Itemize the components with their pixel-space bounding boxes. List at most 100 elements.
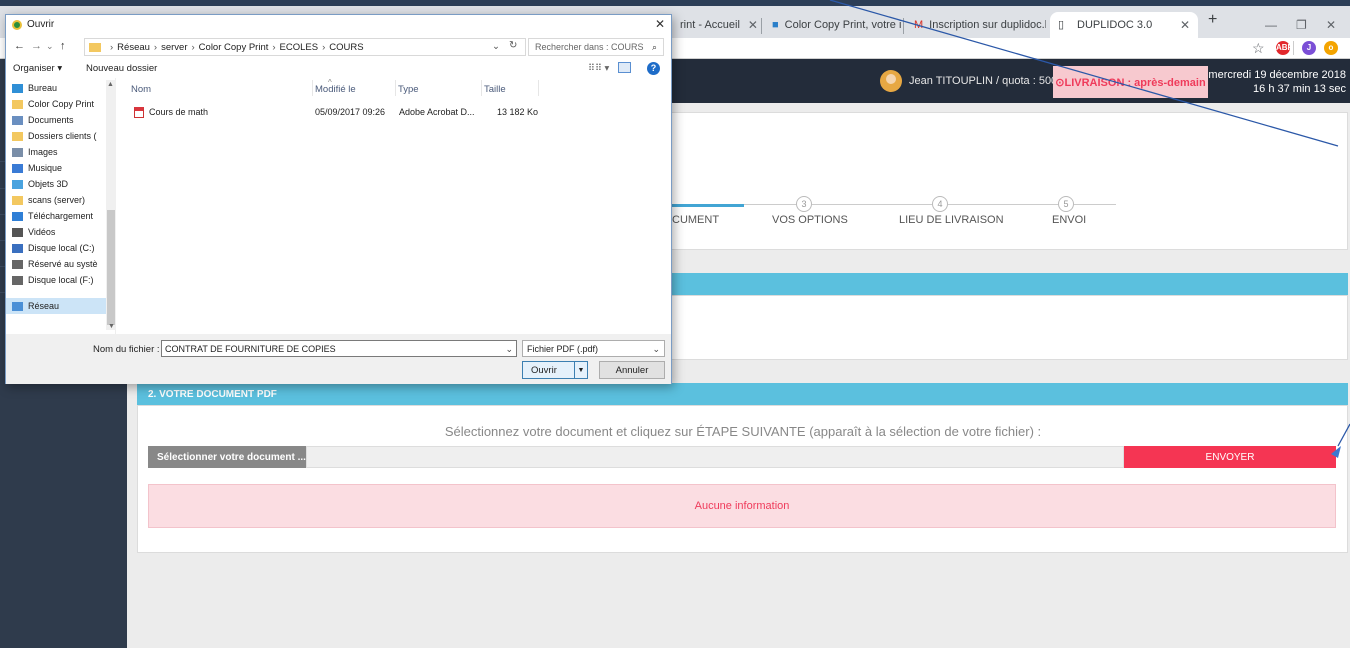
user-info[interactable]: Jean TITOUPLIN / quota : 5000	[880, 70, 1063, 92]
file-name: Cours de math	[149, 107, 209, 117]
path-dropdown-icon[interactable]: ⌄	[492, 41, 500, 52]
adblock-icon[interactable]: ABP	[1276, 41, 1293, 55]
nav-item[interactable]: Disque local (F:)	[12, 272, 110, 288]
selected-file-field[interactable]	[306, 446, 1124, 468]
folder-icon	[12, 301, 23, 311]
dialog-nav-bar: ← → ⌄ ↑ › Réseau › server › Color Copy P…	[6, 34, 671, 60]
file-type: Adobe Acrobat D...	[399, 107, 475, 117]
minimize-button[interactable]: —	[1265, 18, 1277, 32]
path-segment[interactable]: COURS	[329, 42, 363, 53]
open-split-dropdown-icon[interactable]: ▼	[574, 362, 587, 378]
no-information-alert: Aucune information	[148, 484, 1336, 528]
close-tab-icon[interactable]: ✕	[740, 18, 758, 32]
nav-item-label: Documents	[28, 115, 74, 125]
new-tab-button[interactable]: +	[1208, 12, 1217, 28]
step-document-label[interactable]: CUMENT	[672, 214, 719, 226]
path-breadcrumb[interactable]: › Réseau › server › Color Copy Print › E…	[84, 38, 526, 56]
nav-item[interactable]: Téléchargement	[12, 208, 110, 224]
help-icon[interactable]: ?	[647, 62, 660, 75]
nav-item[interactable]: Dossiers clients (	[12, 128, 110, 144]
column-size[interactable]: Taille	[484, 84, 506, 95]
window-close-button[interactable]: ✕	[1326, 18, 1336, 32]
nav-item[interactable]: Réservé au systè	[12, 256, 110, 272]
dialog-close-icon[interactable]: ✕	[655, 17, 665, 31]
nav-item-label: Dossiers clients (	[28, 131, 97, 141]
up-arrow-icon[interactable]: ↑	[60, 40, 66, 52]
step-3-number: 3	[796, 196, 812, 212]
time-text: 16 h 37 min 13 sec	[1253, 83, 1346, 95]
file-row[interactable]: Cours de math 05/09/2017 09:26 Adobe Acr…	[117, 105, 671, 121]
chevron-down-icon[interactable]: ⌄	[505, 344, 513, 354]
nav-item[interactable]: Vidéos	[12, 224, 110, 240]
file-type-filter[interactable]: Fichier PDF (.pdf) ⌄	[522, 340, 665, 357]
recent-dropdown-icon[interactable]: ⌄	[46, 41, 54, 52]
envoyer-button[interactable]: ENVOYER	[1124, 446, 1336, 468]
open-file-dialog: Ouvrir ✕ ← → ⌄ ↑ › Réseau › server › Col…	[5, 14, 672, 384]
nav-item[interactable]: Documents	[12, 112, 110, 128]
column-modified[interactable]: Modifié le	[315, 84, 356, 95]
view-options-icon[interactable]: ⠿⠿ ▾	[588, 63, 609, 74]
livraison-badge[interactable]: ⊙LIVRAISON : après-demain	[1053, 66, 1208, 98]
nav-item[interactable]: Color Copy Print	[12, 96, 110, 112]
cancel-button[interactable]: Annuler	[599, 361, 665, 379]
folder-icon	[12, 275, 23, 285]
file-type-filter-value: Fichier PDF (.pdf)	[527, 344, 599, 354]
preview-pane-icon[interactable]	[618, 62, 631, 73]
nav-item[interactable]: scans (server)	[12, 192, 110, 208]
path-separator: ›	[110, 41, 114, 53]
select-document-button[interactable]: Sélectionner votre document ...	[148, 446, 306, 468]
navigation-pane: Bureau Color Copy Print Documents Dossiers …	[6, 78, 116, 334]
restore-button[interactable]: ❐	[1296, 18, 1307, 32]
organize-menu[interactable]: Organiser ▾	[13, 63, 62, 74]
nav-item-label: Réservé au systè	[28, 259, 98, 269]
profile-avatar[interactable]: J	[1302, 41, 1316, 55]
forward-arrow-icon[interactable]: →	[31, 40, 42, 52]
open-button-label: Ouvrir	[531, 364, 557, 376]
new-folder-button[interactable]: Nouveau dossier	[86, 63, 157, 74]
step-connector	[744, 204, 804, 205]
folder-icon	[12, 163, 23, 173]
bookmark-star-icon[interactable]: ☆	[1252, 40, 1265, 57]
scroll-up-icon[interactable]: ▲	[107, 81, 114, 88]
search-icon: ⌕	[651, 42, 657, 52]
step-envoi-label[interactable]: ENVOI	[1052, 214, 1086, 226]
nav-item[interactable]: Disque local (C:)	[12, 240, 110, 256]
tab-duplidoc[interactable]: ▯ DUPLIDOC 3.0 ✕	[1050, 12, 1198, 38]
tab-color-copy-print[interactable]: ■ Color Copy Print, votre imp ✕	[764, 12, 902, 38]
open-button[interactable]: Ouvrir ▼	[522, 361, 588, 379]
gmail-icon: M	[914, 18, 924, 31]
nav-item[interactable]: Objets 3D	[12, 176, 110, 192]
refresh-icon[interactable]: ↻	[509, 40, 517, 51]
search-input[interactable]: Rechercher dans : COURS ⌕	[528, 38, 664, 56]
close-tab-icon[interactable]: ✕	[1172, 18, 1190, 32]
nav-item-label: Téléchargement	[28, 211, 94, 221]
back-arrow-icon[interactable]: ←	[14, 40, 25, 52]
filename-label: Nom du fichier :	[93, 344, 160, 355]
dialog-title: Ouvrir	[27, 19, 55, 30]
path-separator: ›	[272, 41, 276, 53]
nav-item[interactable]: Musique	[12, 160, 110, 176]
nav-item[interactable]: Images	[12, 144, 110, 160]
column-name[interactable]: Nom	[131, 84, 151, 95]
folder-icon	[12, 259, 23, 269]
step-lieu-label[interactable]: LIEU DE LIVRAISON	[899, 214, 1004, 226]
tab-separator	[761, 18, 762, 34]
scroll-down-icon[interactable]: ▼	[108, 323, 115, 330]
path-segment[interactable]: ECOLES	[280, 42, 319, 53]
tab-accueil[interactable]: rint - Accueil ✕	[672, 12, 760, 38]
dialog-title-bar[interactable]: Ouvrir ✕	[6, 15, 671, 34]
column-type[interactable]: Type	[398, 84, 419, 95]
folder-icon	[12, 115, 23, 125]
path-segment[interactable]: server	[161, 42, 187, 53]
nav-item[interactable]: Bureau	[12, 80, 110, 96]
nav-item[interactable]: Réseau	[6, 298, 110, 314]
folder-icon	[12, 131, 23, 141]
path-segment[interactable]: Color Copy Print	[199, 42, 269, 53]
folder-icon	[12, 147, 23, 157]
filename-input[interactable]: CONTRAT DE FOURNITURE DE COPIES ⌄	[161, 340, 517, 357]
extension-icon[interactable]: o	[1324, 41, 1338, 55]
tab-inscription[interactable]: M Inscription sur duplidoc.be ✕	[906, 12, 1046, 38]
step-options-label[interactable]: VOS OPTIONS	[772, 214, 848, 226]
path-segment[interactable]: Réseau	[117, 42, 150, 53]
scrollbar-thumb[interactable]	[107, 210, 115, 325]
